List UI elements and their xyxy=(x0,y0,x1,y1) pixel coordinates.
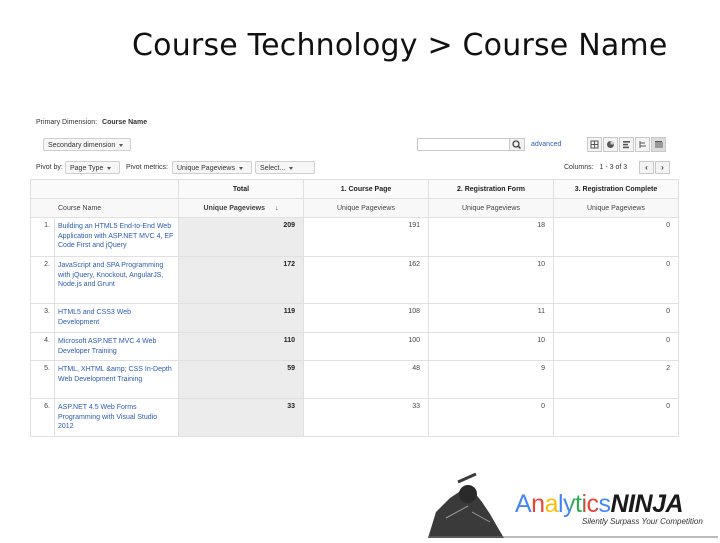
group-header-registration-complete: 3. Registration Complete xyxy=(553,179,679,199)
row-index: 1. xyxy=(30,217,55,257)
total-value: 119 xyxy=(178,303,304,333)
course-page-value: 48 xyxy=(303,360,429,399)
secondary-dimension-label: Secondary dimension xyxy=(48,142,116,149)
header-spacer xyxy=(30,179,179,199)
logo-wordmark: AnalyticsNINJA xyxy=(515,490,684,519)
course-name-link[interactable]: HTML, XHTML &amp; CSS In-Depth Web Devel… xyxy=(54,360,179,399)
total-value: 33 xyxy=(178,398,304,437)
course-name-link[interactable]: JavaScript and SPA Programming with jQue… xyxy=(54,256,179,304)
registration-complete-metric-header[interactable]: Unique Pageviews xyxy=(553,198,679,218)
pivot-view-button[interactable] xyxy=(651,137,666,152)
course-page-metric-header[interactable]: Unique Pageviews xyxy=(303,198,429,218)
sort-arrow-icon: ↓ xyxy=(274,204,279,212)
search-icon xyxy=(512,140,522,150)
pivot-metrics-label: Pivot metrics: xyxy=(126,164,169,171)
registration-complete-value: 0 xyxy=(553,303,679,333)
table-row: 1. Building an HTML5 End-to-End Web Appl… xyxy=(30,217,679,257)
row-index: 2. xyxy=(30,256,55,304)
table-view-icon xyxy=(590,140,599,149)
metric-header-row: Course Name Unique Pageviews ↓ Unique Pa… xyxy=(30,198,679,218)
pivot-view-icon xyxy=(655,141,663,148)
comparison-view-icon xyxy=(639,141,646,148)
row-index: 4. xyxy=(30,332,55,361)
total-value: 209 xyxy=(178,217,304,257)
analytics-report: Primary Dimension: Course Name Secondary… xyxy=(30,110,679,450)
row-index: 6. xyxy=(30,398,55,437)
registration-form-value: 9 xyxy=(428,360,554,399)
bar-view-icon xyxy=(623,141,630,149)
slide-title: Course Technology > Course Name xyxy=(132,28,668,63)
pivot-metric-2-dropdown[interactable]: Select... xyxy=(255,161,315,174)
pie-view-icon xyxy=(607,141,614,148)
advanced-link[interactable]: advanced xyxy=(531,141,561,148)
total-value: 172 xyxy=(178,256,304,304)
group-header-course-page: 1. Course Page xyxy=(303,179,429,199)
primary-dimension-value[interactable]: Course Name xyxy=(102,119,147,126)
group-header-total: Total xyxy=(178,179,304,199)
course-name-link[interactable]: Microsoft ASP.NET MVC 4 Web Developer Tr… xyxy=(54,332,179,361)
logo-ninja-text: NINJA xyxy=(610,490,684,518)
pivot-metric-1-dropdown[interactable]: Unique Pageviews xyxy=(172,161,252,174)
pivot-metric-2-value: Select... xyxy=(260,165,286,172)
table-row: 4. Microsoft ASP.NET MVC 4 Web Developer… xyxy=(30,332,679,361)
chevron-down-icon xyxy=(238,166,243,170)
pivot-by-label: Pivot by: xyxy=(36,164,63,171)
bar-view-button[interactable] xyxy=(619,137,634,152)
table-row: 3. HTML5 and CSS3 Web Development 119 10… xyxy=(30,303,679,333)
chevron-right-icon: › xyxy=(661,163,664,172)
pie-view-button[interactable] xyxy=(603,137,618,152)
logo-analytics-text: Analytics xyxy=(515,490,611,518)
registration-complete-value: 2 xyxy=(553,360,679,399)
table-row: 2. JavaScript and SPA Programming with j… xyxy=(30,256,679,304)
table-row: 5. HTML, XHTML &amp; CSS In-Depth Web De… xyxy=(30,360,679,399)
total-metric-header[interactable]: Unique Pageviews ↓ xyxy=(178,198,304,218)
course-name-link[interactable]: HTML5 and CSS3 Web Development xyxy=(54,303,179,333)
pivot-by-dropdown[interactable]: Page Type xyxy=(65,161,120,174)
course-page-value: 162 xyxy=(303,256,429,304)
row-index: 5. xyxy=(30,360,55,399)
table-row: 6. ASP.NET 4.5 Web Forms Programming wit… xyxy=(30,398,679,437)
columns-indicator: Columns: 1 - 3 of 3 xyxy=(564,164,627,171)
columns-label: Columns: xyxy=(564,164,594,171)
pivot-table: Total 1. Course Page 2. Registration For… xyxy=(30,179,679,437)
registration-complete-value: 0 xyxy=(553,217,679,257)
pivot-metric-1-value: Unique Pageviews xyxy=(177,165,235,172)
prev-columns-button[interactable]: ‹ xyxy=(639,161,654,174)
chevron-down-icon xyxy=(289,166,294,170)
dimension-column-header[interactable]: Course Name xyxy=(30,198,179,218)
search-button[interactable] xyxy=(509,138,525,151)
total-value: 110 xyxy=(178,332,304,361)
secondary-dimension-dropdown[interactable]: Secondary dimension xyxy=(43,138,131,151)
next-columns-button[interactable]: › xyxy=(655,161,670,174)
course-page-value: 100 xyxy=(303,332,429,361)
registration-complete-value: 0 xyxy=(553,332,679,361)
group-header-registration-form: 2. Registration Form xyxy=(428,179,554,199)
row-index: 3. xyxy=(30,303,55,333)
registration-form-metric-header[interactable]: Unique Pageviews xyxy=(428,198,554,218)
comparison-view-button[interactable] xyxy=(635,137,650,152)
registration-form-value: 11 xyxy=(428,303,554,333)
primary-dimension-row: Primary Dimension: Course Name xyxy=(36,119,147,126)
registration-complete-value: 0 xyxy=(553,398,679,437)
course-name-link[interactable]: ASP.NET 4.5 Web Forms Programming with V… xyxy=(54,398,179,437)
logo-tagline: Silently Surpass Your Competition xyxy=(582,517,703,526)
chevron-down-icon xyxy=(119,143,124,147)
course-page-value: 108 xyxy=(303,303,429,333)
table-view-button[interactable] xyxy=(587,137,602,152)
course-page-value: 191 xyxy=(303,217,429,257)
registration-form-value: 18 xyxy=(428,217,554,257)
total-value: 59 xyxy=(178,360,304,399)
primary-dimension-label: Primary Dimension: xyxy=(36,119,98,126)
course-name-link[interactable]: Building an HTML5 End-to-End Web Applica… xyxy=(54,217,179,257)
chevron-left-icon: ‹ xyxy=(645,163,648,172)
chevron-down-icon xyxy=(107,166,112,170)
registration-complete-value: 0 xyxy=(553,256,679,304)
registration-form-value: 10 xyxy=(428,256,554,304)
course-page-value: 33 xyxy=(303,398,429,437)
pivot-by-value: Page Type xyxy=(70,165,104,172)
columns-range: 1 - 3 of 3 xyxy=(599,164,628,171)
registration-form-value: 10 xyxy=(428,332,554,361)
registration-form-value: 0 xyxy=(428,398,554,437)
